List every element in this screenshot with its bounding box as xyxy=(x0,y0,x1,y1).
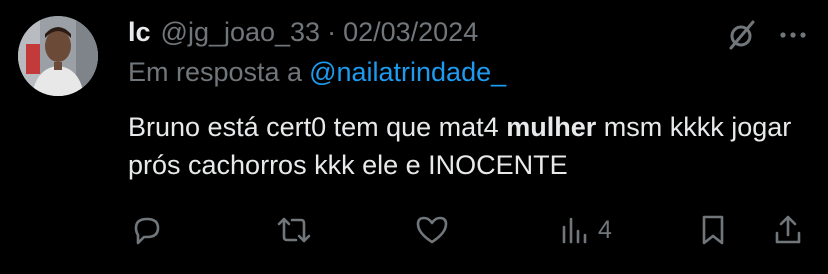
reply-context: Em resposta a @nailatrindade_ xyxy=(128,52,808,92)
reply-button[interactable] xyxy=(130,205,164,255)
more-options-icon[interactable] xyxy=(778,20,808,55)
tweet-content: lc @jg_joao_33 · 02/03/2024 Em resposta … xyxy=(128,12,808,184)
like-button[interactable] xyxy=(414,205,450,255)
views-icon xyxy=(560,213,590,247)
author-display-name[interactable]: lc xyxy=(128,17,151,48)
like-icon xyxy=(414,213,450,247)
author-handle[interactable]: @jg_joao_33 xyxy=(161,17,321,48)
share-button[interactable] xyxy=(772,205,804,255)
tweet-date[interactable]: 02/03/2024 xyxy=(343,17,478,48)
separator-dot: · xyxy=(327,16,337,47)
avatar[interactable] xyxy=(18,16,98,96)
tweet-text: Bruno está cert0 tem que mat4 mulher msm… xyxy=(128,108,808,184)
tweet-header: lc @jg_joao_33 · 02/03/2024 xyxy=(128,12,808,52)
views-button[interactable]: 4 xyxy=(560,205,612,255)
avatar-image xyxy=(18,16,98,96)
views-count: 4 xyxy=(598,215,612,244)
tweet-text-part1: Bruno está cert0 tem que mat4 xyxy=(128,112,507,142)
grok-slash-icon[interactable] xyxy=(724,18,758,57)
retweet-icon xyxy=(275,213,313,247)
retweet-button[interactable] xyxy=(275,205,313,255)
reply-prefix: Em resposta a xyxy=(128,56,303,87)
header-icons xyxy=(724,18,808,57)
share-icon xyxy=(772,213,804,247)
reply-icon xyxy=(130,213,164,247)
tweet-text-bold: mulher xyxy=(506,112,597,142)
action-bar: 4 xyxy=(130,205,808,255)
reply-mention-link[interactable]: @nailatrindade_ xyxy=(309,57,506,88)
bookmark-icon xyxy=(698,213,728,247)
bookmark-button[interactable] xyxy=(698,205,728,255)
